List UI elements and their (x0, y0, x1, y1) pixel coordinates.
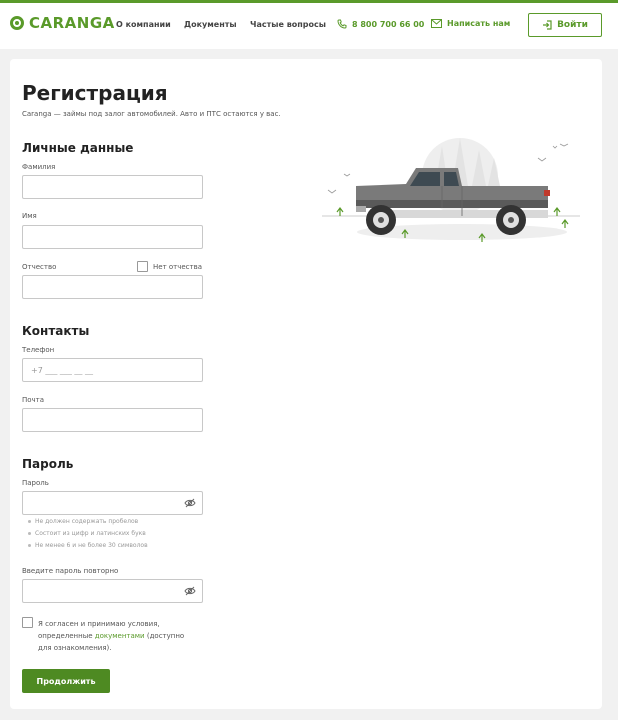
section-contacts: Контакты (22, 324, 90, 338)
logo[interactable]: CARANGA (10, 14, 115, 32)
password-hint: Не менее 6 и не более 30 символов (28, 542, 148, 549)
lastname-input[interactable] (22, 175, 203, 199)
nav-phone[interactable]: 8 800 700 66 00 (337, 19, 424, 29)
login-icon (543, 20, 552, 30)
logo-icon (10, 16, 24, 30)
nav-about[interactable]: О компании (116, 20, 171, 29)
email-label: Почта (22, 396, 45, 404)
continue-button[interactable]: Продолжить (22, 669, 110, 693)
site-header: CARANGA О компании Документы Частые вопр… (0, 3, 618, 49)
no-patronymic-checkbox[interactable] (137, 261, 148, 272)
logo-text: CARANGA (29, 14, 115, 32)
email-input[interactable] (22, 408, 203, 432)
eye-off-icon[interactable] (184, 498, 196, 508)
firstname-input[interactable] (22, 225, 203, 249)
firstname-label: Имя (22, 212, 37, 220)
lastname-label: Фамилия (22, 163, 56, 171)
eye-off-icon[interactable] (184, 586, 196, 596)
documents-link[interactable]: документами (95, 632, 145, 640)
mail-icon (431, 19, 442, 28)
phone-label: Телефон (22, 346, 55, 354)
phone-input[interactable] (22, 358, 203, 382)
repeat-password-input[interactable] (22, 579, 203, 603)
login-button[interactable]: Войти (528, 13, 602, 37)
password-hint: Не должен содержать пробелов (28, 518, 138, 525)
login-label: Войти (557, 20, 588, 30)
password-label: Пароль (22, 479, 49, 487)
page-title: Регистрация (22, 81, 168, 105)
page-subtitle: Caranga — займы под залог автомобилей. А… (22, 110, 281, 118)
nav-faq[interactable]: Частые вопросы (250, 20, 326, 29)
write-us-label: Написать нам (447, 19, 511, 28)
phone-number: 8 800 700 66 00 (352, 19, 425, 29)
patronymic-label: Отчество (22, 263, 57, 271)
section-password: Пароль (22, 457, 74, 471)
patronymic-input[interactable] (22, 275, 203, 299)
agreement-checkbox[interactable] (22, 617, 33, 628)
phone-icon (337, 19, 347, 29)
nav-documents[interactable]: Документы (184, 20, 237, 29)
no-patronymic-label: Нет отчества (153, 263, 203, 271)
agreement-text: Я согласен и принимаю условия, определен… (38, 618, 198, 654)
password-hint: Состоит из цифр и латинских букв (28, 530, 146, 537)
nav-write-us[interactable]: Написать нам (431, 19, 510, 28)
pickup-truck-illustration (322, 138, 580, 242)
section-personal: Личные данные (22, 141, 134, 155)
password-input[interactable] (22, 491, 203, 515)
repeat-password-label: Введите пароль повторно (22, 567, 119, 575)
